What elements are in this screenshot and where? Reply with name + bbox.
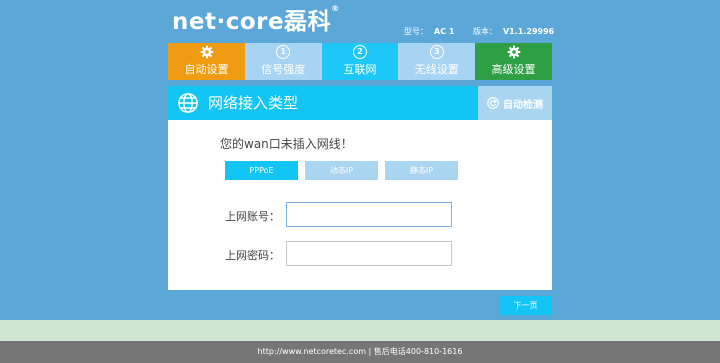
tab-label: 高级设置 bbox=[491, 63, 536, 76]
brand-text: net·core磊科 bbox=[172, 9, 332, 35]
tab-advanced-settings[interactable]: 高级设置 bbox=[475, 43, 552, 80]
globe-icon bbox=[178, 93, 198, 113]
footer-text: http://www.netcoretec.com | 售后电话400-810-… bbox=[0, 341, 720, 363]
refresh-icon bbox=[487, 97, 499, 109]
tab-label: 无线设置 bbox=[414, 63, 459, 76]
setup-steps: 自动设置 1 信号强度 2 互联网 3 无线设置 高级设置 bbox=[168, 43, 552, 80]
tab-label: 自动设置 bbox=[184, 63, 229, 76]
account-input[interactable] bbox=[286, 202, 452, 227]
password-input[interactable] bbox=[286, 241, 452, 266]
section-header: 网络接入类型 自动检测 bbox=[168, 86, 552, 120]
tab-label: 互联网 bbox=[343, 63, 377, 76]
mode-dhcp-button[interactable]: 动态IP bbox=[305, 161, 378, 180]
step-number: 2 bbox=[353, 45, 367, 59]
device-info: 型号： AC 1 版本： V1.1.29996 bbox=[404, 26, 554, 37]
mode-static-ip-button[interactable]: 静态IP bbox=[385, 161, 458, 180]
tab-signal-strength[interactable]: 1 信号强度 bbox=[244, 43, 322, 80]
auto-detect-button[interactable]: 自动检测 bbox=[478, 86, 552, 120]
model-label: 型号： bbox=[404, 27, 428, 36]
version-value: V1.1.29996 bbox=[502, 27, 555, 36]
registered-mark: ® bbox=[331, 4, 340, 13]
wan-warning: 您的wan口未插入网线！ bbox=[220, 137, 353, 151]
section-title: 网络接入类型 bbox=[208, 94, 299, 112]
mode-pppoe-button[interactable]: PPPoE bbox=[225, 161, 298, 180]
content-panel: 您的wan口未插入网线！ PPPoE 动态IP 静态IP 上网账号： 上网密码： bbox=[168, 120, 552, 290]
auto-detect-label: 自动检测 bbox=[503, 99, 543, 111]
step-number: 1 bbox=[276, 45, 291, 59]
version-label: 版本： bbox=[472, 27, 497, 36]
gear-icon bbox=[507, 45, 520, 59]
tab-internet[interactable]: 2 互联网 bbox=[321, 43, 399, 80]
account-label: 上网账号： bbox=[225, 210, 280, 223]
gear-icon bbox=[200, 45, 213, 59]
step-number: 3 bbox=[429, 45, 444, 59]
next-page-button[interactable]: 下一页 bbox=[499, 296, 552, 315]
tab-label: 信号强度 bbox=[261, 63, 306, 76]
tab-wireless-settings[interactable]: 3 无线设置 bbox=[398, 43, 476, 80]
tab-auto-setup[interactable]: 自动设置 bbox=[168, 43, 245, 80]
model-value: AC 1 bbox=[434, 27, 455, 36]
password-label: 上网密码： bbox=[225, 249, 280, 262]
brand-logo: net·core磊科® bbox=[172, 2, 340, 36]
footer-band bbox=[0, 320, 720, 341]
